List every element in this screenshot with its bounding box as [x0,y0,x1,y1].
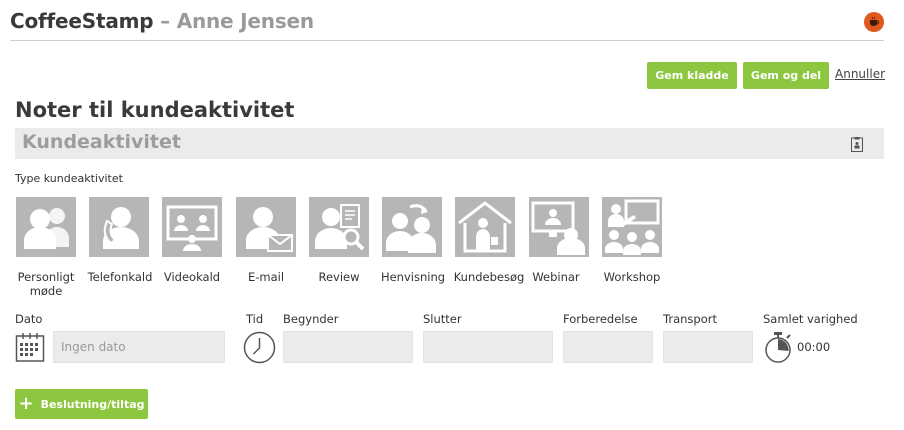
app-title: CoffeeStamp – Anne Jensen [10,9,314,33]
activity-type-workshop[interactable] [602,197,662,257]
coffee-cup-icon[interactable] [864,12,884,32]
activity-type-workshop-label: Workshop [603,270,661,284]
save-draft-button[interactable]: Gem kladde [647,62,737,89]
activity-type-customer-visit-label: Kundebesøg [453,270,525,284]
brand-name: CoffeeStamp [10,9,154,33]
clock-icon [243,331,276,364]
activity-type-email[interactable] [236,197,296,257]
header-divider [10,40,884,41]
activity-type-label: Type kundeaktivitet [15,172,123,185]
activity-type-phone-call[interactable] [89,197,149,257]
user-name: Anne Jensen [176,9,314,33]
activity-type-video-call[interactable] [162,197,222,257]
referral-icon [386,204,436,253]
page-title: Noter til kundeaktivitet [15,98,295,122]
date-input[interactable] [53,331,225,363]
cancel-link[interactable]: Annuller [835,67,885,81]
preparation-input[interactable] [563,331,653,363]
time-label: Tid [246,312,264,326]
date-label: Dato [15,312,43,326]
activity-type-meeting-label-line1: Personligt [17,270,75,284]
start-time-input[interactable] [283,331,413,363]
transport-label: Transport [663,312,717,326]
plus-icon: + [18,393,34,414]
customer-visit-icon [458,201,512,253]
add-decision-button[interactable]: + Beslutning/tiltag [15,389,148,419]
activity-type-referral[interactable] [382,197,442,257]
activity-type-video-call-label: Videokald [163,270,221,284]
separator: – [153,9,177,33]
phone-call-icon [103,207,139,249]
add-decision-label: Beslutning/tiltag [40,397,145,411]
activity-type-customer-visit[interactable] [455,197,515,257]
calendar-icon[interactable] [15,331,45,363]
activity-type-meeting-label: Personligt møde [10,270,82,298]
email-icon [246,207,293,252]
activity-type-review[interactable] [309,197,369,257]
activity-type-review-label: Review [318,270,360,284]
activity-type-phone-call-label: Telefonkald [87,270,153,284]
activity-type-email-label: E-mail [247,270,285,284]
review-icon [315,204,365,251]
end-label: Slutter [423,312,462,326]
activity-type-webinar-label: Webinar [532,270,580,284]
transport-input[interactable] [663,331,753,363]
activity-title[interactable]: Kundeaktivitet [22,131,181,153]
stopwatch-icon [765,332,791,363]
activity-type-referral-label: Henvisning [380,270,446,284]
activity-type-meeting[interactable] [16,197,76,257]
start-label: Begynder [283,312,339,326]
video-call-icon [166,205,218,251]
webinar-icon [531,201,585,255]
activity-type-meeting-label-line2: møde [29,284,63,298]
preparation-label: Forberedelse [563,312,638,326]
total-duration-label: Samlet varighed [763,312,858,326]
end-time-input[interactable] [423,331,553,363]
clipboard-icon[interactable] [851,137,863,152]
total-duration-value: 00:00 [797,340,831,354]
workshop-icon [605,199,660,255]
save-and-share-button[interactable]: Gem og del [743,62,829,89]
activity-type-webinar[interactable] [529,197,589,257]
meeting-icon [24,208,69,249]
